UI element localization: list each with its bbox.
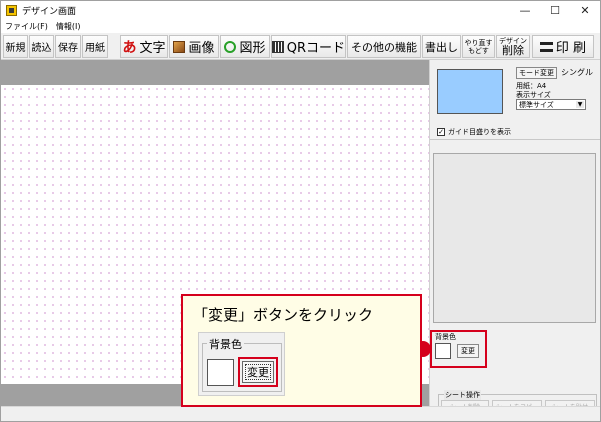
export-label: 書出し (425, 40, 458, 54)
callout-change-button: 変更 (242, 361, 274, 383)
export-button[interactable]: 書出し (422, 35, 461, 58)
maximize-button[interactable]: ☐ (540, 1, 570, 19)
title-bar: デザイン画面 — ☐ ✕ (1, 1, 600, 19)
background-change-button[interactable]: 変更 (457, 344, 479, 358)
image-button[interactable]: 画像 (169, 35, 219, 58)
window-controls: — ☐ ✕ (510, 1, 600, 19)
status-bar (1, 406, 600, 421)
sheet-list[interactable]: シート操作 シート削除 シートをコピー シートを貼付 (433, 153, 597, 414)
sheet-operations-title: シート操作 (444, 390, 481, 400)
background-color-label: 背景色 (435, 333, 456, 341)
paper-button[interactable]: 用紙 (82, 35, 108, 58)
instruction-callout: 「変更」ボタンをクリック 背景色 変更 (181, 294, 422, 407)
background-change-label: 変更 (461, 347, 475, 355)
side-panel: モード変更 シングル 用紙：A4 表示サイズ 標準サイズ ▼ ✓ ガイド目盛りを… (430, 60, 600, 414)
shape-button[interactable]: 図形 (220, 35, 270, 58)
undo-label-bottom: もどす (468, 46, 489, 55)
qr-label: QRコード (286, 41, 345, 56)
menu-info[interactable]: 情報(I) (52, 21, 85, 32)
callout-background-group: 背景色 変更 (202, 336, 282, 392)
callout-title: 「変更」ボタンをクリック (193, 306, 374, 324)
menu-bar: ファイル(F) 情報(I) (1, 19, 600, 33)
shape-label: 図形 (239, 41, 266, 56)
divider (430, 139, 600, 140)
background-color-swatch (435, 343, 451, 359)
minimize-button[interactable]: — (510, 1, 540, 19)
qr-button[interactable]: QRコード (271, 35, 346, 58)
circle-icon (224, 40, 237, 53)
text-label: 文字 (139, 41, 166, 56)
mode-change-label: モード変更 (519, 69, 554, 77)
mode-change-button[interactable]: モード変更 (516, 67, 557, 79)
delete-label-bottom: 削除 (502, 43, 524, 57)
preview-thumbnail[interactable] (437, 69, 503, 114)
new-label: 新規 (5, 43, 26, 54)
callout-background-label: 背景色 (207, 336, 244, 352)
callout-color-swatch (207, 359, 234, 386)
display-size-value: 標準サイズ (519, 100, 554, 109)
undo-label-top: やり直す (464, 38, 493, 47)
load-label: 読込 (31, 43, 52, 54)
window-title: デザイン画面 (22, 6, 77, 17)
print-button[interactable]: 印 刷 (532, 35, 594, 58)
guide-label: ガイド目盛りを表示 (448, 128, 511, 136)
display-size-select[interactable]: 標準サイズ ▼ (516, 99, 586, 110)
guide-checkbox[interactable]: ✓ (437, 128, 445, 136)
callout-change-label: 変更 (247, 366, 269, 379)
app-window: デザイン画面 — ☐ ✕ ファイル(F) 情報(I) 新規 読込 保存 用紙 あ… (0, 0, 601, 422)
printer-icon (539, 41, 553, 52)
text-icon: あ (122, 39, 137, 56)
text-button[interactable]: あ 文字 (120, 35, 168, 58)
image-label: 画像 (188, 41, 215, 56)
delete-design-button[interactable]: デザイン 削除 (496, 35, 530, 58)
toolbar: 新規 読込 保存 用紙 あ 文字 画像 図形 QRコード その他の機能 書出し … (1, 33, 600, 60)
guide-toggle[interactable]: ✓ ガイド目盛りを表示 (437, 127, 511, 137)
print-label: 印 刷 (555, 41, 587, 56)
image-icon (173, 40, 186, 53)
chevron-down-icon: ▼ (576, 101, 584, 108)
menu-file[interactable]: ファイル(F) (1, 21, 52, 32)
undo-button[interactable]: やり直す もどす (462, 35, 495, 58)
load-button[interactable]: 読込 (29, 35, 54, 58)
other-functions-button[interactable]: その他の機能 (347, 35, 421, 58)
paper-label: 用紙 (85, 43, 105, 54)
app-icon (6, 4, 17, 16)
qr-icon (272, 40, 284, 53)
save-button[interactable]: 保存 (55, 35, 81, 58)
callout-zoom-panel: 背景色 変更 (198, 332, 285, 396)
save-label: 保存 (58, 43, 78, 54)
close-button[interactable]: ✕ (570, 1, 600, 19)
other-functions-label: その他の機能 (351, 40, 417, 54)
mode-value: シングル (561, 68, 593, 77)
new-button[interactable]: 新規 (3, 35, 28, 58)
